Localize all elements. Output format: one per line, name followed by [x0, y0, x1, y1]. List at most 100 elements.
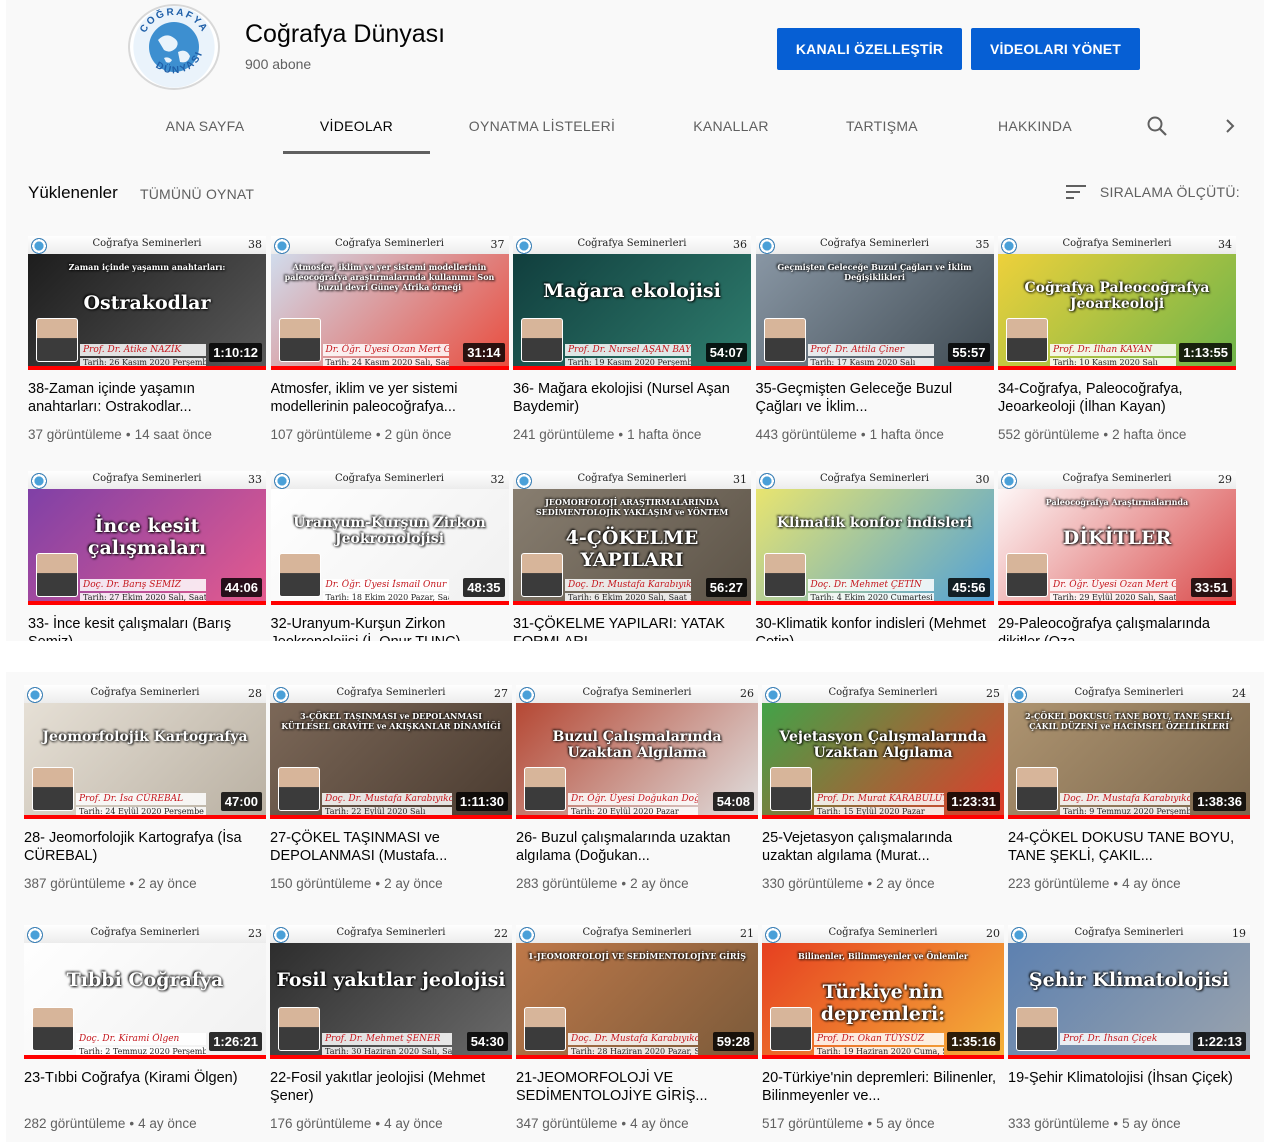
- channel-tabs: ANA SAYFA VİDEOLAR OYNATMA LİSTELERİ KAN…: [6, 100, 1264, 154]
- manage-videos-button[interactable]: VİDEOLARI YÖNET: [971, 28, 1140, 70]
- video-title[interactable]: 28- Jeomorfolojik Kartografya (İsa CÜREB…: [24, 829, 266, 865]
- video-card[interactable]: Coğrafya Seminerleri 27 3-ÇÖKEL TAŞINMASI …: [270, 685, 512, 891]
- video-thumbnail[interactable]: Coğrafya Seminerleri 25 Vejetasyon Çalışma…: [762, 685, 1004, 819]
- thumbnail-episode-number: 36: [733, 238, 747, 251]
- video-thumbnail[interactable]: Coğrafya Seminerleri 31 JEOMORFOLOJİ ARAŞT…: [513, 471, 751, 605]
- video-title[interactable]: 20-Türkiye'nin depremleri: Bilinenler, B…: [762, 1069, 1004, 1105]
- video-title[interactable]: 34-Coğrafya, Paleocoğrafya, Jeoarkeoloji…: [998, 380, 1236, 416]
- video-card[interactable]: Coğrafya Seminerleri 35 Geçmişten Geleceğe…: [755, 236, 994, 442]
- video-card[interactable]: Coğrafya Seminerleri 36 Mağara ekolojisi Pr…: [513, 236, 751, 442]
- video-card[interactable]: Coğrafya Seminerleri 37 Atmosfer, iklim ve…: [270, 236, 509, 442]
- play-all-button[interactable]: TÜMÜNÜ OYNAT: [140, 186, 254, 202]
- thumbnail-headline: Tıbbi Coğrafya: [66, 969, 224, 991]
- meta-separator: •: [860, 427, 866, 442]
- video-thumbnail[interactable]: Coğrafya Seminerleri 20 Bilinenler, Bilinm…: [762, 925, 1004, 1059]
- chevron-right-icon[interactable]: [1218, 114, 1242, 138]
- video-thumbnail[interactable]: Coğrafya Seminerleri 34 Coğrafya Paleocoğr…: [998, 236, 1236, 370]
- video-card[interactable]: Coğrafya Seminerleri 30 Klimatik konfor in…: [755, 471, 994, 641]
- video-thumbnail[interactable]: Coğrafya Seminerleri 32 Uranyum-Kurşun Zir…: [270, 471, 509, 605]
- duration-badge: 31:14: [463, 343, 505, 362]
- video-thumbnail[interactable]: Coğrafya Seminerleri 26 Buzul Çalışmaların…: [516, 685, 758, 819]
- video-title[interactable]: 25-Vejetasyon çalışmalarında uzaktan alg…: [762, 829, 1004, 865]
- video-card[interactable]: Coğrafya Seminerleri 28 Jeomorfolojik Kart…: [24, 685, 266, 891]
- thumbnail-headline: Jeomorfolojik Kartografya: [42, 729, 248, 745]
- video-thumbnail[interactable]: Coğrafya Seminerleri 24 2-ÇÖKEL DOKUSU: TA…: [1008, 685, 1250, 819]
- video-thumbnail[interactable]: Coğrafya Seminerleri 21 1-JEOMORFOLOJİ VE …: [516, 925, 758, 1059]
- video-card[interactable]: Coğrafya Seminerleri 19 Şehir Klimatolojis…: [1008, 925, 1250, 1131]
- video-card[interactable]: Coğrafya Seminerleri 25 Vejetasyon Çalışma…: [762, 685, 1004, 891]
- customize-channel-button[interactable]: KANALI ÖZELLEŞTİR: [777, 28, 962, 70]
- tab-home[interactable]: ANA SAYFA: [149, 100, 261, 151]
- video-card[interactable]: Coğrafya Seminerleri 29 Paleocoğrafya Araş…: [998, 471, 1236, 641]
- video-card[interactable]: Coğrafya Seminerleri 31 JEOMORFOLOJİ ARAŞT…: [513, 471, 751, 641]
- video-card[interactable]: Coğrafya Seminerleri 21 1-JEOMORFOLOJİ VE …: [516, 925, 758, 1131]
- thumbnail-lecturer: Prof. Dr. İlhan KAYAN: [1050, 344, 1176, 356]
- upload-age: 1 hafta önce: [627, 427, 702, 442]
- channel-avatar[interactable]: COĞRAFYA DÜNYASI: [128, 4, 220, 90]
- duration-badge: 56:27: [705, 578, 747, 597]
- video-title[interactable]: 23-Tıbbi Coğrafya (Kirami Ölgen): [24, 1069, 266, 1105]
- thumbnail-lecturer: Doç. Dr. Kirami Ölgen: [76, 1033, 206, 1045]
- thumbnail-lecturer: Doç. Dr. Mustafa Karabıyıkoğlu: [1060, 793, 1190, 805]
- video-card[interactable]: Coğrafya Seminerleri 32 Uranyum-Kurşun Zir…: [270, 471, 509, 641]
- video-title[interactable]: 19-Şehir Klimatolojisi (İhsan Çiçek): [1008, 1069, 1250, 1105]
- video-thumbnail[interactable]: Coğrafya Seminerleri 28 Jeomorfolojik Kart…: [24, 685, 266, 819]
- video-thumbnail[interactable]: Coğrafya Seminerleri 22 Fosil yakıtlar jeo…: [270, 925, 512, 1059]
- video-title[interactable]: 24-ÇÖKEL DOKUSU TANE BOYU, TANE ŞEKLİ, Ç…: [1008, 829, 1250, 865]
- video-title[interactable]: 36- Mağara ekolojisi (Nursel Aşan Baydem…: [513, 380, 751, 416]
- video-thumbnail[interactable]: Coğrafya Seminerleri 35 Geçmişten Geleceğe…: [755, 236, 994, 370]
- upload-age: 14 saat önce: [134, 427, 212, 442]
- lecturer-portrait: [1016, 767, 1058, 811]
- video-thumbnail[interactable]: Coğrafya Seminerleri 19 Şehir Klimatolojis…: [1008, 925, 1250, 1059]
- video-card[interactable]: Coğrafya Seminerleri 20 Bilinenler, Bilinm…: [762, 925, 1004, 1131]
- tab-about[interactable]: HAKKINDA: [980, 100, 1090, 151]
- thumbnail-headline: Vejetasyon Çalışmalarında Uzaktan Algıla…: [779, 729, 987, 761]
- sort-button[interactable]: SIRALAMA ÖLÇÜTÜ:: [1065, 184, 1240, 200]
- video-title[interactable]: 38-Zaman içinde yaşamın anahtarları: Ost…: [28, 380, 266, 416]
- video-thumbnail[interactable]: Coğrafya Seminerleri 30 Klimatik konfor in…: [755, 471, 994, 605]
- duration-badge: 1:38:36: [1193, 792, 1246, 811]
- video-title[interactable]: 32-Uranyum-Kurşun Zirkon Jeokronolojisi …: [271, 615, 509, 641]
- tab-channels[interactable]: KANALLAR: [676, 100, 786, 151]
- tab-videos[interactable]: VİDEOLAR: [283, 100, 430, 154]
- tab-playlists[interactable]: OYNATMA LİSTELERİ: [452, 100, 632, 151]
- video-metadata: 552 görüntüleme • 2 hafta önce: [998, 427, 1236, 442]
- video-title[interactable]: 22-Fosil yakıtlar jeolojisi (Mehmet Şene…: [270, 1069, 512, 1105]
- video-title[interactable]: 27-ÇÖKEL TAŞINMASI ve DEPOLANMASI (Musta…: [270, 829, 512, 865]
- tab-discussion[interactable]: TARTIŞMA: [828, 100, 936, 151]
- video-metadata: 517 görüntüleme • 5 ay önce: [762, 1116, 1004, 1131]
- video-title[interactable]: 33- İnce kesit çalışmaları (Barış Semiz): [28, 615, 266, 641]
- video-card[interactable]: Coğrafya Seminerleri 24 2-ÇÖKEL DOKUSU: TA…: [1008, 685, 1250, 891]
- search-icon[interactable]: [1145, 114, 1169, 138]
- video-thumbnail[interactable]: Coğrafya Seminerleri 36 Mağara ekolojisi Pr…: [513, 236, 751, 370]
- video-card[interactable]: Coğrafya Seminerleri 23 Tıbbi Coğrafya Doç.…: [24, 925, 266, 1131]
- upload-age: 1 hafta önce: [869, 427, 944, 442]
- video-card[interactable]: Coğrafya Seminerleri 38 Zaman içinde yaşam…: [28, 236, 266, 442]
- video-title[interactable]: 26- Buzul çalışmalarında uzaktan algılam…: [516, 829, 758, 865]
- video-thumbnail[interactable]: Coğrafya Seminerleri 38 Zaman içinde yaşam…: [28, 236, 266, 370]
- video-title[interactable]: 31-ÇÖKELME YAPILARI: YATAK FORMLARI: [513, 615, 751, 641]
- video-card[interactable]: Coğrafya Seminerleri 22 Fosil yakıtlar jeo…: [270, 925, 512, 1131]
- lecturer-portrait: [32, 1007, 74, 1051]
- lecturer-portrait: [36, 553, 78, 597]
- duration-badge: 54:30: [466, 1032, 508, 1051]
- video-card[interactable]: Coğrafya Seminerleri 34 Coğrafya Paleocoğr…: [998, 236, 1236, 442]
- channel-page-top: COĞRAFYA DÜNYASI Coğrafya Dünyası 900 ab…: [6, 0, 1264, 641]
- video-thumbnail[interactable]: Coğrafya Seminerleri 29 Paleocoğrafya Araş…: [998, 471, 1236, 605]
- view-count: 223 görüntüleme: [1008, 876, 1110, 891]
- video-thumbnail[interactable]: Coğrafya Seminerleri 27 3-ÇÖKEL TAŞINMASI …: [270, 685, 512, 819]
- video-title[interactable]: 21-JEOMORFOLOJİ VE SEDİMENTOLOJİYE GİRİŞ…: [516, 1069, 758, 1105]
- video-title[interactable]: 29-Paleocoğrafya çalışmalarında dikitler…: [998, 615, 1236, 641]
- video-title[interactable]: 35-Geçmişten Geleceğe Buzul Çağları ve İ…: [756, 380, 994, 416]
- video-thumbnail[interactable]: Coğrafya Seminerleri 37 Atmosfer, iklim ve…: [270, 236, 509, 370]
- thumbnail-series-name: Coğrafya Seminerleri: [92, 238, 202, 249]
- video-card[interactable]: Coğrafya Seminerleri 33 İnce kesit çalışma…: [28, 471, 266, 641]
- video-thumbnail[interactable]: Coğrafya Seminerleri 23 Tıbbi Coğrafya Doç.…: [24, 925, 266, 1059]
- thumbnail-subtitle: 3-ÇÖKEL TAŞINMASI ve DEPOLANMASI KÜTLESE…: [281, 711, 501, 731]
- thumbnail-subtitle: JEOMORFOLOJİ ARAŞTIRMALARINDA SEDİMENTOL…: [535, 497, 729, 517]
- video-title[interactable]: 30-Klimatik konfor indisleri (Mehmet Çet…: [756, 615, 994, 641]
- video-thumbnail[interactable]: Coğrafya Seminerleri 33 İnce kesit çalışma…: [28, 471, 266, 605]
- thumbnail-lecturer: Dr. Öğr. Üyesi Doğukan Doğu YAVAŞLI: [568, 793, 698, 805]
- video-card[interactable]: Coğrafya Seminerleri 26 Buzul Çalışmaların…: [516, 685, 758, 891]
- video-title[interactable]: Atmosfer, iklim ve yer sistemi modelleri…: [271, 380, 509, 416]
